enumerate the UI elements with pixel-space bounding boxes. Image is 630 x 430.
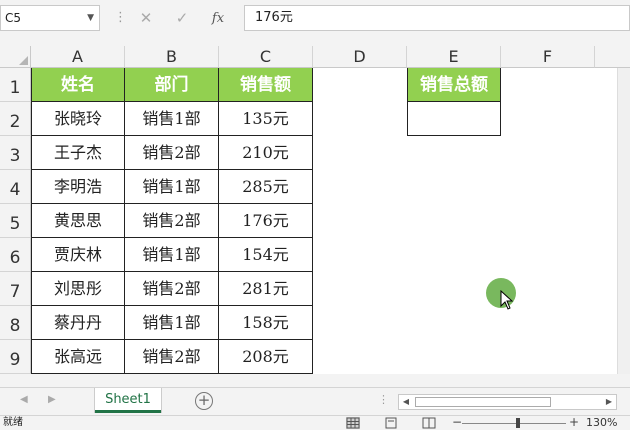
horizontal-scrollbar[interactable]: ◀ ▶	[398, 394, 617, 410]
status-bar: 就绪 − + 130%	[0, 415, 630, 430]
table-cell[interactable]: 281元	[219, 272, 313, 306]
mouse-pointer-icon	[500, 290, 514, 310]
table-cell[interactable]: 蔡丹丹	[31, 306, 125, 340]
sheet-tab-sheet1[interactable]: Sheet1	[95, 388, 161, 413]
row-header-9[interactable]: 9	[0, 340, 31, 374]
column-header-f[interactable]: F	[501, 46, 595, 68]
drag-handle-icon[interactable]: ⋮	[114, 10, 127, 26]
formula-bar: C5 ▼ ⋮ ✕ ✓ fx 176元	[0, 0, 630, 38]
check-icon[interactable]: ✓	[164, 9, 200, 27]
summary-value-cell[interactable]	[407, 102, 501, 136]
normal-view-icon[interactable]	[346, 417, 360, 429]
column-header-e[interactable]: E	[407, 46, 501, 68]
table-cell[interactable]: 销售2部	[125, 204, 219, 238]
scroll-left-icon[interactable]: ◀	[399, 395, 413, 409]
zoom-slider-track[interactable]	[462, 423, 566, 424]
table-cell[interactable]: 销售1部	[125, 306, 219, 340]
table-cell[interactable]: 210元	[219, 136, 313, 170]
zoom-in-icon[interactable]: +	[569, 416, 579, 429]
header-cell-department[interactable]: 部门	[125, 68, 219, 102]
chevron-down-icon[interactable]: ▼	[87, 6, 94, 30]
status-text: 就绪	[3, 417, 23, 428]
table-cell[interactable]: 销售1部	[125, 102, 219, 136]
column-header-partial	[595, 46, 630, 68]
sheet-tab-bar: ◀ ▶ Sheet1 + ⋮ ◀ ▶	[0, 387, 630, 415]
function-icon[interactable]: fx	[200, 11, 236, 26]
table-cell[interactable]: 158元	[219, 306, 313, 340]
worksheet-grid[interactable]: 姓名 部门 销售额 张晓玲 销售1部 135元 王子杰 销售2部 210元 李明…	[31, 68, 617, 374]
header-cell-name[interactable]: 姓名	[31, 68, 125, 102]
scroll-right-icon[interactable]: ▶	[602, 395, 616, 409]
vertical-scrollbar[interactable]	[617, 68, 630, 374]
row-header-2[interactable]: 2	[0, 102, 31, 136]
header-cell-sales[interactable]: 销售额	[219, 68, 313, 102]
table-cell[interactable]: 贾庆林	[31, 238, 125, 272]
page-break-view-icon[interactable]	[422, 417, 436, 429]
name-box[interactable]: C5 ▼	[0, 5, 100, 31]
table-cell[interactable]: 销售1部	[125, 170, 219, 204]
table-cell[interactable]: 销售2部	[125, 136, 219, 170]
zoom-out-icon[interactable]: −	[452, 416, 462, 429]
formula-actions: ✕ ✓ fx	[128, 5, 236, 31]
table-cell[interactable]: 208元	[219, 340, 313, 374]
zoom-level[interactable]: 130%	[586, 416, 617, 430]
row-header-6[interactable]: 6	[0, 238, 31, 272]
table-cell[interactable]: 销售1部	[125, 238, 219, 272]
row-header-4[interactable]: 4	[0, 170, 31, 204]
table-cell-selected[interactable]: 176元	[219, 204, 313, 238]
table-cell[interactable]: 销售2部	[125, 272, 219, 306]
row-header-1[interactable]: 1	[0, 68, 31, 102]
scroll-tabs-right-icon[interactable]: ▶	[48, 394, 56, 405]
summary-header-cell[interactable]: 销售总额	[407, 68, 501, 102]
row-header-3[interactable]: 3	[0, 136, 31, 170]
select-all-corner[interactable]	[0, 46, 31, 68]
table-cell[interactable]: 刘思彤	[31, 272, 125, 306]
table-cell[interactable]: 王子杰	[31, 136, 125, 170]
table-cell[interactable]: 285元	[219, 170, 313, 204]
table-cell[interactable]: 销售2部	[125, 340, 219, 374]
scrollbar-thumb[interactable]	[415, 397, 551, 407]
table-cell[interactable]: 张高远	[31, 340, 125, 374]
plus-circle-icon[interactable]: +	[195, 392, 213, 410]
scroll-tabs-left-icon[interactable]: ◀	[20, 394, 28, 405]
name-box-value: C5	[5, 11, 22, 25]
table-cell[interactable]: 黄思思	[31, 204, 125, 238]
table-cell[interactable]: 154元	[219, 238, 313, 272]
zoom-slider-thumb[interactable]	[516, 418, 520, 428]
table-cell[interactable]: 张晓玲	[31, 102, 125, 136]
row-header-7[interactable]: 7	[0, 272, 31, 306]
row-header-8[interactable]: 8	[0, 306, 31, 340]
close-icon[interactable]: ✕	[128, 9, 164, 27]
row-header-5[interactable]: 5	[0, 204, 31, 238]
table-cell[interactable]: 李明浩	[31, 170, 125, 204]
column-header-b[interactable]: B	[125, 46, 219, 68]
drag-handle-icon[interactable]: ⋮	[378, 393, 389, 406]
page-layout-view-icon[interactable]	[384, 417, 398, 429]
column-header-c[interactable]: C	[219, 46, 313, 68]
column-header-a[interactable]: A	[31, 46, 125, 68]
column-header-d[interactable]: D	[313, 46, 407, 68]
table-cell[interactable]: 135元	[219, 102, 313, 136]
formula-input[interactable]: 176元	[244, 5, 630, 31]
